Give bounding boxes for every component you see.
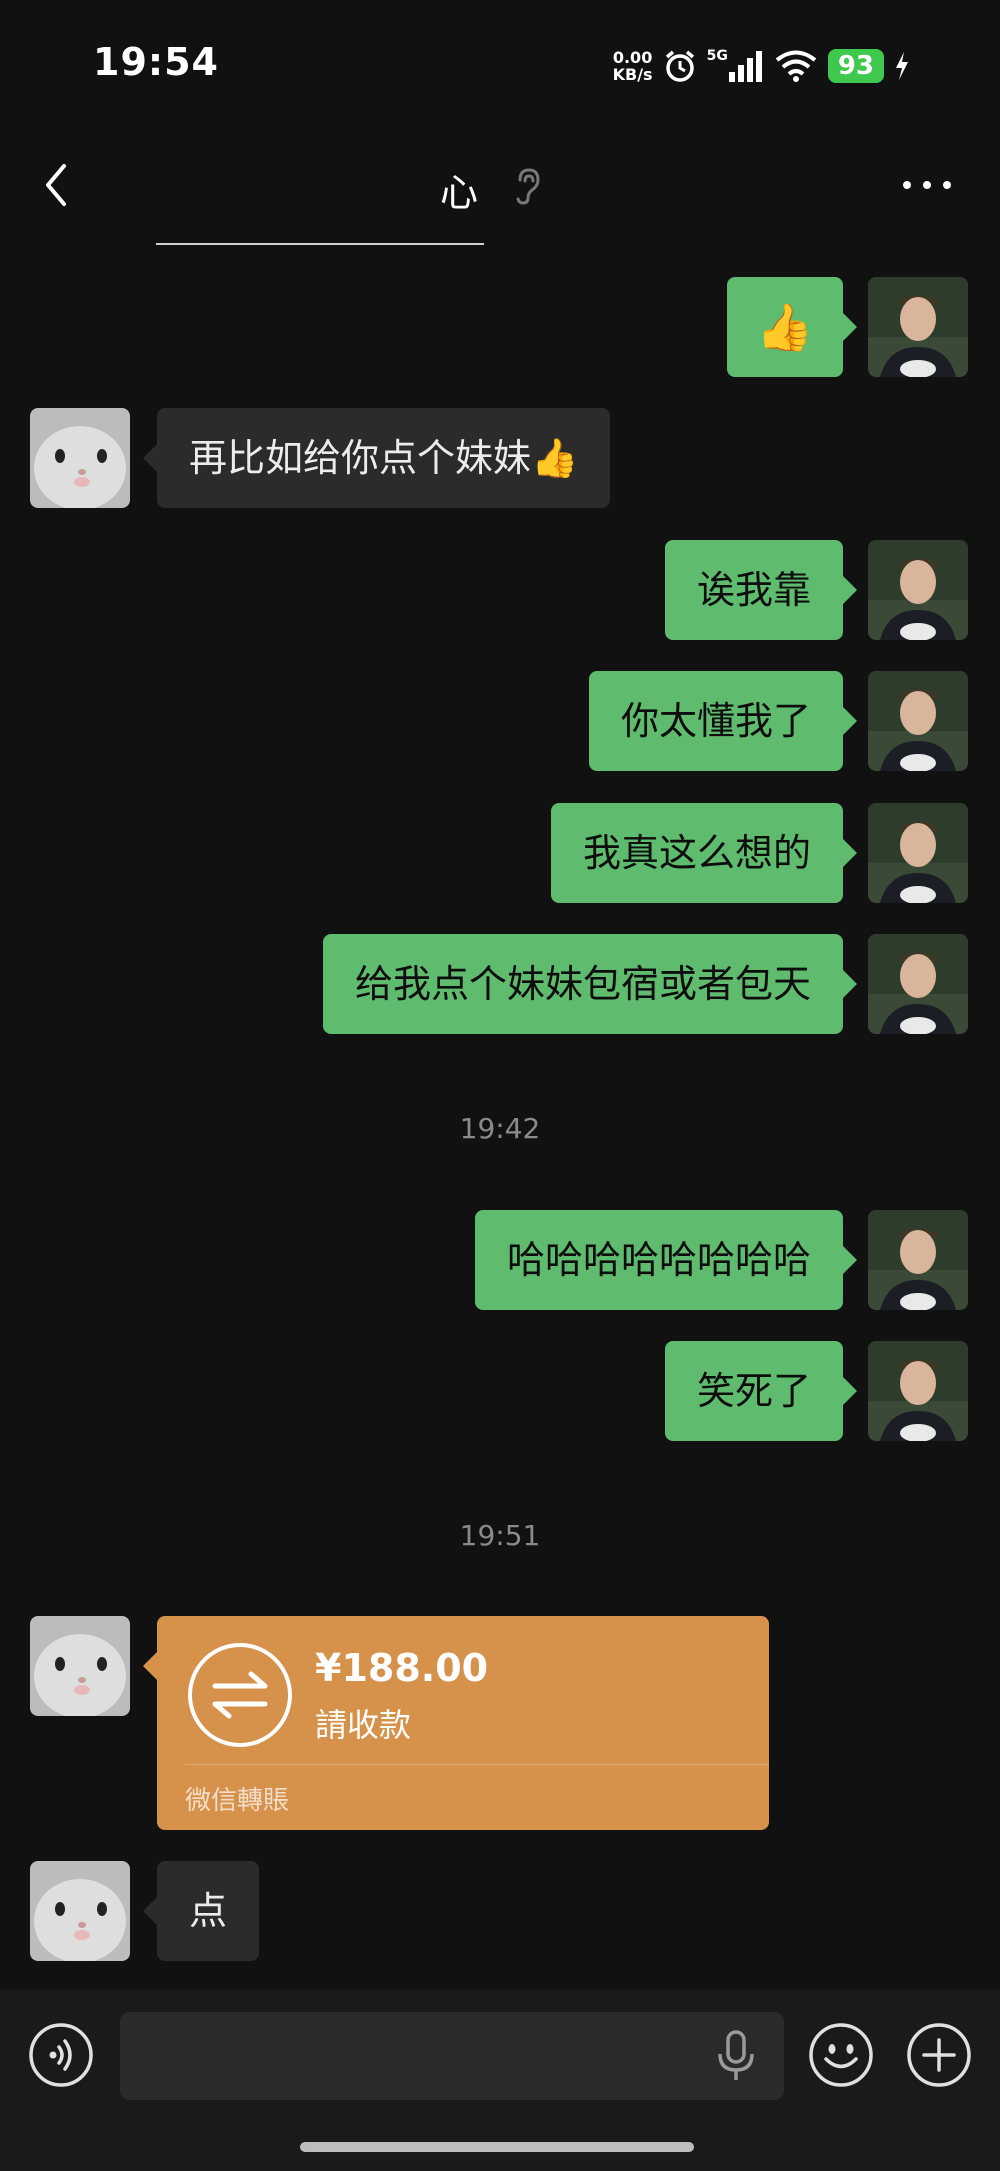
battery-level: 93 — [827, 49, 884, 83]
transfer-arrows-icon — [188, 1643, 292, 1747]
avatar-self[interactable] — [868, 277, 968, 377]
avatar-contact[interactable] — [30, 1861, 130, 1961]
avatar-self[interactable] — [868, 1341, 968, 1441]
back-arrow-icon[interactable] — [36, 160, 76, 210]
timestamp: 19:42 — [459, 1112, 541, 1145]
net-speed: 0.00 KB/s — [612, 48, 653, 84]
message-bubble-text[interactable]: 给我点个妹妹包宿或者包天 — [322, 934, 858, 1034]
chat-header: 心 — [0, 140, 1000, 230]
status-icons: 0.00 KB/s 5G 93 — [613, 44, 910, 88]
more-icon[interactable] — [902, 180, 952, 190]
message-bubble-text[interactable]: 你太懂我了 — [588, 671, 858, 771]
transfer-card[interactable]: ¥188.00 請收款 微信轉賬 — [143, 1616, 769, 1830]
input-bar — [0, 1990, 1000, 2171]
message-input[interactable] — [120, 2012, 784, 2100]
signal-icon — [728, 51, 762, 82]
avatar-contact[interactable] — [30, 408, 130, 508]
message-bubble-emoji[interactable]: 👍 — [727, 277, 857, 377]
header-divider — [156, 243, 484, 245]
charging-icon — [896, 52, 908, 80]
message-bubble-text[interactable]: 点 — [142, 1861, 260, 1961]
avatar-self[interactable] — [868, 803, 968, 903]
status-time: 19:54 — [93, 40, 219, 84]
network-type-label: 5G — [706, 48, 728, 64]
message-bubble-text[interactable]: 再比如给你点个妹妹👍 — [142, 408, 611, 508]
transfer-divider — [185, 1764, 769, 1765]
wifi-icon — [775, 50, 817, 82]
alarm-icon — [665, 50, 694, 82]
status-bar: 19:54 0.00 KB/s 5G 93 — [0, 0, 1000, 130]
transfer-amount: ¥188.00 — [315, 1646, 489, 1690]
transfer-note: 請收款 — [315, 1706, 412, 1744]
mic-icon[interactable] — [716, 2030, 756, 2082]
plus-icon[interactable] — [906, 2022, 972, 2088]
message-bubble-text[interactable]: 诶我靠 — [664, 540, 858, 640]
ear-icon — [516, 168, 540, 205]
home-indicator[interactable] — [300, 2142, 694, 2152]
avatar-self[interactable] — [868, 934, 968, 1034]
avatar-self[interactable] — [868, 671, 968, 771]
message-bubble-text[interactable]: 哈哈哈哈哈哈哈哈 — [474, 1210, 858, 1310]
message-bubble-text[interactable]: 笑死了 — [664, 1341, 858, 1441]
avatar-self[interactable] — [868, 540, 968, 640]
transfer-label: 微信轉賬 — [185, 1786, 290, 1816]
avatar-contact[interactable] — [30, 1616, 130, 1716]
timestamp: 19:51 — [459, 1519, 541, 1552]
voice-icon[interactable] — [28, 2022, 94, 2088]
chat-title[interactable]: 心 — [440, 162, 478, 217]
emoji-icon[interactable] — [808, 2022, 874, 2088]
avatar-self[interactable] — [868, 1210, 968, 1310]
message-bubble-text[interactable]: 我真这么想的 — [550, 803, 858, 903]
